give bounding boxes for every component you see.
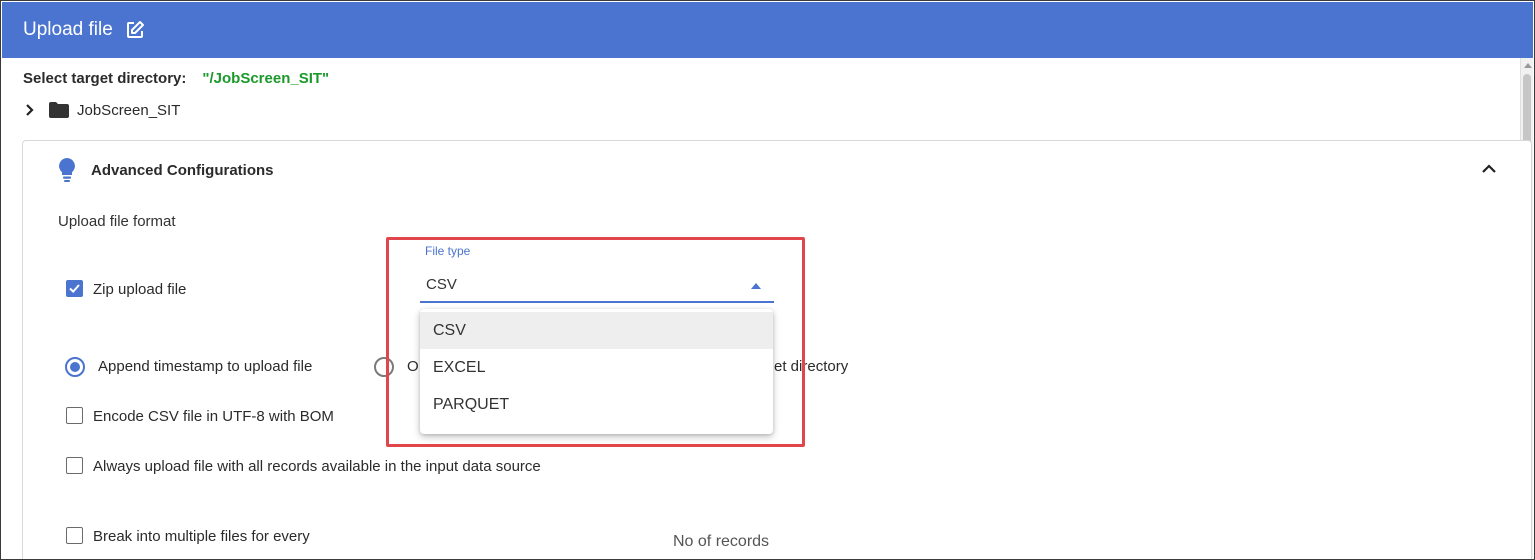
lightbulb-icon [57, 157, 77, 183]
dialog-title: Upload file [23, 19, 113, 40]
break-files-checkbox[interactable] [66, 527, 83, 544]
menu-item-csv[interactable]: CSV [420, 312, 773, 349]
dialog-header: Upload file [2, 2, 1533, 58]
break-files-label: Break into multiple files for every [93, 528, 310, 545]
advanced-configurations-panel [22, 140, 1532, 559]
always-upload-checkbox[interactable] [66, 457, 83, 474]
target-directory-row: Select target directory: "/JobScreen_SIT… [23, 70, 329, 87]
advanced-configurations-title: Advanced Configurations [91, 161, 274, 179]
edit-icon[interactable] [125, 20, 145, 40]
overwrite-label-partial: O [407, 358, 419, 375]
file-type-select-underline [420, 301, 774, 303]
scroll-up-arrow-icon[interactable] [1524, 63, 1532, 68]
folder-icon [49, 102, 69, 118]
chevron-right-icon[interactable] [23, 100, 37, 120]
menu-item-parquet[interactable]: PARQUET [420, 386, 773, 423]
zip-upload-checkbox[interactable] [66, 280, 83, 297]
target-directory-label: Select target directory: [23, 70, 187, 87]
no-of-records-label: No of records [673, 533, 770, 550]
folder-tree-item[interactable]: JobScreen_SIT [23, 100, 180, 120]
zip-upload-label: Zip upload file [93, 281, 187, 298]
append-timestamp-label: Append timestamp to upload file [98, 358, 313, 375]
file-type-select-value[interactable]: CSV [426, 276, 457, 293]
file-type-dropdown-menu: CSV EXCEL PARQUET [420, 309, 773, 434]
chevron-up-icon[interactable] [1481, 161, 1497, 177]
dropdown-arrow-icon[interactable] [751, 283, 761, 289]
file-type-label: File type [425, 244, 471, 258]
overwrite-radio[interactable] [374, 357, 394, 377]
menu-item-excel[interactable]: EXCEL [420, 349, 773, 386]
upload-file-format-label: Upload file format [58, 213, 176, 230]
target-directory-path: "/JobScreen_SIT" [202, 70, 330, 87]
encode-bom-label: Encode CSV file in UTF-8 with BOM [93, 408, 334, 425]
always-upload-label: Always upload file with all records avai… [93, 458, 541, 475]
encode-bom-checkbox[interactable] [66, 407, 83, 424]
advanced-configurations-header[interactable]: Advanced Configurations [57, 157, 274, 183]
folder-label: JobScreen_SIT [77, 101, 181, 119]
append-timestamp-radio[interactable] [65, 357, 85, 377]
upload-file-dialog: Upload file Select target directory: "/J… [0, 0, 1535, 560]
overwrite-label-partial-end: et directory [774, 358, 849, 375]
